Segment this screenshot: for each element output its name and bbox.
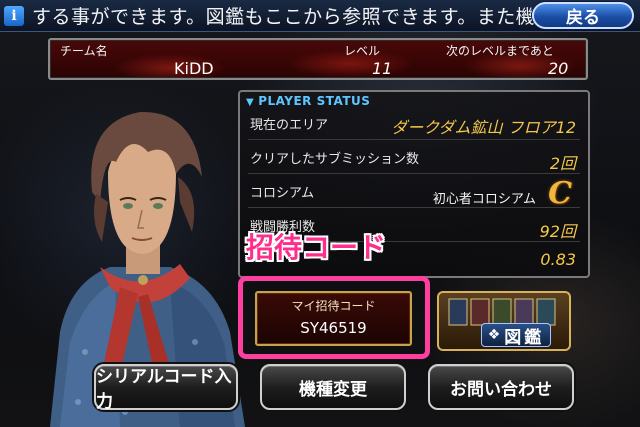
next-level-value: 20 [548, 59, 569, 78]
serial-code-button[interactable]: シリアルコード入力 [94, 364, 238, 412]
invite-code-value: SY46519 [300, 319, 367, 337]
stat-label: 現在のエリア [250, 118, 329, 133]
player-status-title: PLAYER STATUS [258, 94, 371, 108]
encyclopedia-button[interactable]: ❖ 図鑑 [437, 291, 571, 351]
stat-value: ダークダム鉱山 フロア12 [391, 118, 576, 137]
stat-row-area: 現在のエリア ダークダム鉱山 フロア12 [248, 108, 580, 140]
invite-code-annotation: 招待コード [246, 231, 387, 264]
contact-button[interactable]: お問い合わせ [428, 364, 574, 410]
stat-value: 2回 [549, 154, 576, 173]
device-change-button[interactable]: 機種変更 [260, 364, 406, 410]
back-button[interactable]: 戻る [532, 2, 634, 29]
stat-row-submissions: クリアしたサブミッション数 2回 [248, 142, 580, 174]
stat-row-colosseum: コロシアム 初心者コロシアム C [248, 176, 580, 211]
stat-value: 0.83 [540, 250, 576, 269]
stat-label: コロシアム [250, 186, 315, 201]
next-level-label: 次のレベルまであと [446, 44, 554, 58]
my-invite-code-box: マイ招待コード SY46519 [255, 291, 412, 346]
ticker-text: する事ができます。図鑑もここから参照できます。また機種 [32, 6, 555, 28]
sparkle-icon: ❖ [487, 327, 501, 343]
encyclopedia-text: 図鑑 [504, 327, 545, 348]
team-name-label: チーム名 [60, 44, 108, 58]
colosseum-rank-badge: C [548, 176, 572, 211]
encyclopedia-label: ❖ 図鑑 [481, 323, 551, 348]
info-icon: i [4, 5, 24, 26]
stat-value: 92回 [539, 222, 576, 241]
triangle-down-icon: ▼ [246, 97, 255, 108]
level-label: レベル [344, 44, 381, 58]
team-name-value: KiDD [174, 59, 214, 78]
team-banner: チーム名 KiDD レベル 11 次のレベルまであと 20 [48, 38, 588, 80]
stat-label: クリアしたサブミッション数 [250, 152, 420, 167]
invite-code-label: マイ招待コード [291, 299, 376, 313]
stat-value: 初心者コロシアム [432, 192, 536, 207]
level-value: 11 [372, 59, 393, 78]
player-status-header: ▼ PLAYER STATUS [246, 94, 370, 108]
